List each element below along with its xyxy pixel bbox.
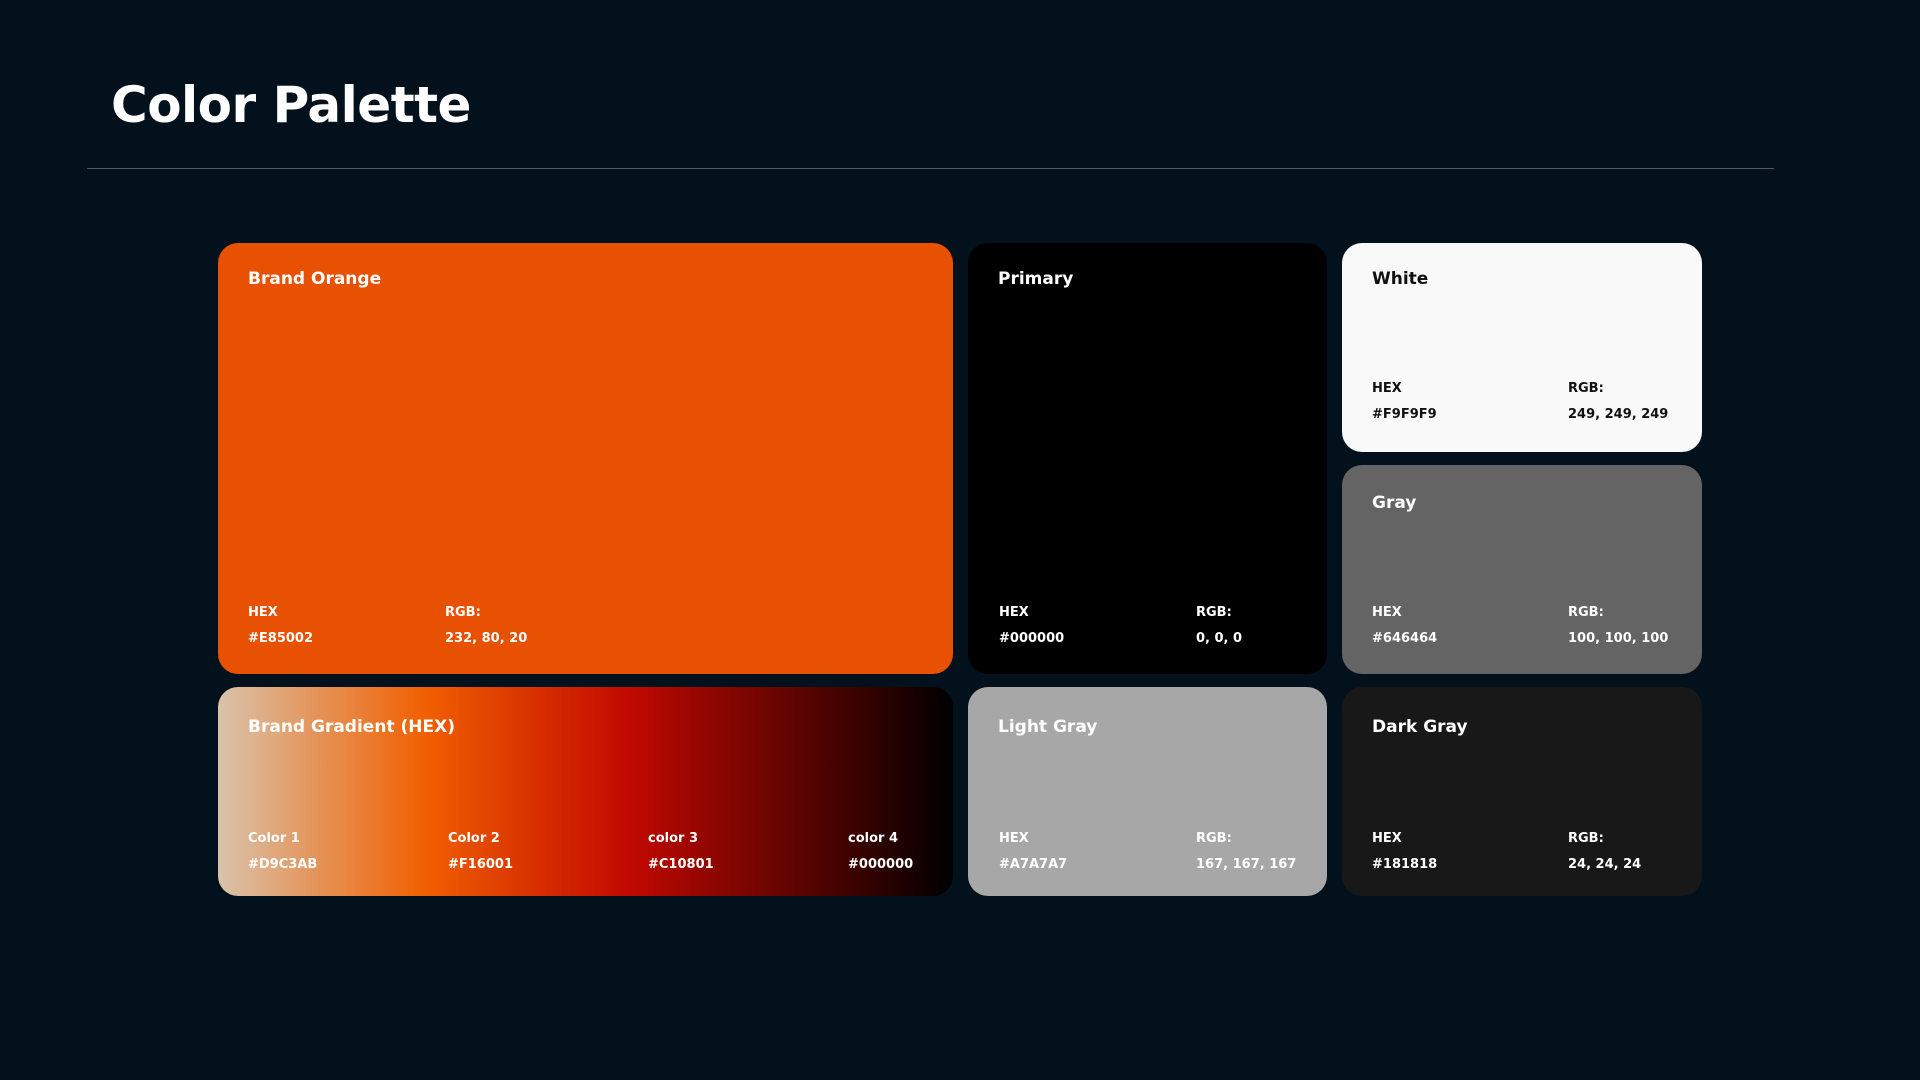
swatch-name: Brand Gradient (HEX)	[248, 717, 455, 737]
hex-value: #A7A7A7	[999, 857, 1068, 872]
gradient-stop-label: Color 2	[448, 831, 500, 846]
swatch-card-brand-gradient: Brand Gradient (HEX) Color 1 #D9C3AB Col…	[218, 687, 953, 896]
swatch-name: White	[1372, 269, 1429, 289]
swatch-name: Light Gray	[998, 717, 1098, 737]
rgb-value: 249, 249, 249	[1568, 407, 1669, 422]
swatch-card-light-gray: Light Gray HEX #A7A7A7 RGB: 167, 167, 16…	[968, 687, 1327, 896]
rgb-label: RGB:	[1568, 831, 1604, 846]
gradient-stop-label: Color 1	[248, 831, 300, 846]
page-title: Color Palette	[111, 76, 471, 134]
hex-label: HEX	[999, 605, 1029, 620]
rgb-value: 167, 167, 167	[1196, 857, 1297, 872]
gradient-stop-value: #F16001	[448, 857, 513, 872]
swatch-card-brand-orange: Brand Orange HEX #E85002 RGB: 232, 80, 2…	[218, 243, 953, 674]
gradient-stop-value: #D9C3AB	[248, 857, 318, 872]
swatch-name: Gray	[1372, 493, 1417, 513]
rgb-value: 24, 24, 24	[1568, 857, 1642, 872]
gradient-stop-label: color 3	[648, 831, 699, 846]
swatch-card-primary: Primary HEX #000000 RGB: 0, 0, 0	[968, 243, 1327, 674]
swatch-card-dark-gray: Dark Gray HEX #181818 RGB: 24, 24, 24	[1342, 687, 1702, 896]
hex-value: #F9F9F9	[1372, 407, 1437, 422]
hex-value: #181818	[1372, 857, 1438, 872]
gradient-stop-label: color 4	[848, 831, 899, 846]
hex-label: HEX	[248, 605, 278, 620]
gradient-stop-value: #000000	[848, 857, 914, 872]
rgb-label: RGB:	[1196, 831, 1232, 846]
title-divider	[87, 168, 1774, 169]
hex-value: #E85002	[248, 631, 313, 646]
rgb-value: 100, 100, 100	[1568, 631, 1669, 646]
hex-label: HEX	[1372, 831, 1402, 846]
swatch-name: Primary	[998, 269, 1074, 289]
hex-label: HEX	[1372, 605, 1402, 620]
swatch-card-gray: Gray HEX #646464 RGB: 100, 100, 100	[1342, 465, 1702, 674]
hex-label: HEX	[1372, 381, 1402, 396]
color-palette-page: Color Palette Brand Orange HEX #E85002 R…	[0, 0, 1920, 1080]
gradient-stop-value: #C10801	[648, 857, 714, 872]
hex-label: HEX	[999, 831, 1029, 846]
rgb-value: 0, 0, 0	[1196, 631, 1243, 646]
rgb-label: RGB:	[1568, 605, 1604, 620]
rgb-label: RGB:	[1196, 605, 1232, 620]
swatch-card-white: White HEX #F9F9F9 RGB: 249, 249, 249	[1342, 243, 1702, 452]
swatch-name: Dark Gray	[1372, 717, 1468, 737]
hex-value: #000000	[999, 631, 1065, 646]
rgb-value: 232, 80, 20	[445, 631, 528, 646]
hex-value: #646464	[1372, 631, 1438, 646]
rgb-label: RGB:	[445, 605, 481, 620]
rgb-label: RGB:	[1568, 381, 1604, 396]
swatch-name: Brand Orange	[248, 269, 382, 289]
